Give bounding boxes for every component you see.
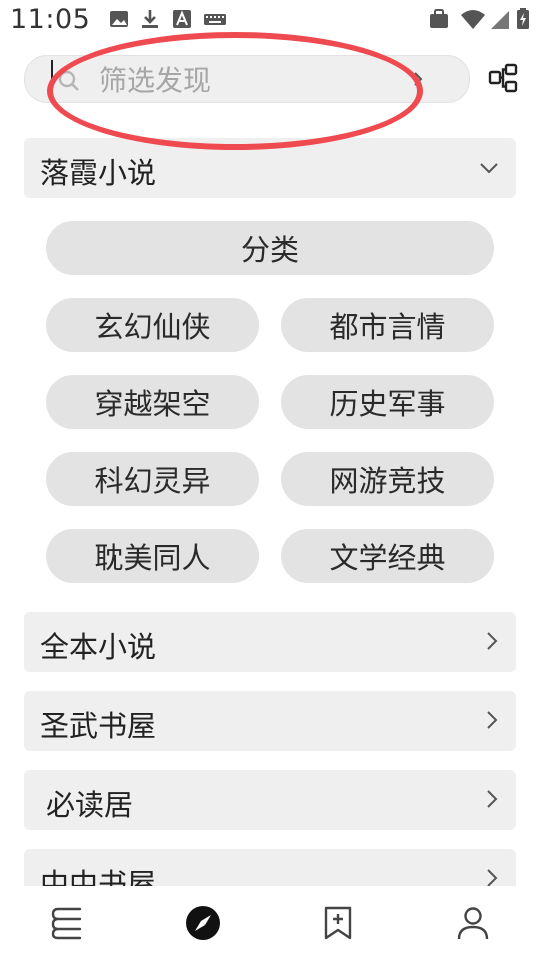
chevron-right-icon <box>487 790 498 808</box>
section-label: 必读居 <box>46 788 134 822</box>
bookshelf-icon <box>51 907 81 940</box>
section-zhongzhong[interactable]: 中中书屋 <box>24 849 516 886</box>
chevron-down-icon <box>480 163 498 174</box>
chevron-right-icon <box>487 711 498 729</box>
category-chip[interactable]: 网游竞技 <box>281 452 494 506</box>
nav-profile[interactable] <box>405 886 540 960</box>
category-chip[interactable]: 玄幻仙侠 <box>46 298 259 352</box>
bookmark-add-icon <box>324 906 351 940</box>
section-quanben[interactable]: 全本小说 <box>24 612 516 672</box>
nav-discover[interactable] <box>135 886 270 960</box>
bottom-nav <box>0 886 540 960</box>
category-header[interactable]: 分类 <box>46 221 494 275</box>
section-shengwu[interactable]: 圣武书屋 <box>24 691 516 751</box>
discover-list[interactable]: 落霞小说 分类 玄幻仙侠 都市言情 穿越架空 历史军事 科幻灵异 网游竞技 耽美… <box>0 0 540 886</box>
category-chip[interactable]: 穿越架空 <box>46 375 259 429</box>
nav-bookmark[interactable] <box>270 886 405 960</box>
section-label: 圣武书屋 <box>40 709 157 743</box>
section-label: 落霞小说 <box>40 156 157 190</box>
category-chip[interactable]: 历史军事 <box>281 375 494 429</box>
section-label: 全本小说 <box>40 630 157 664</box>
chevron-right-icon <box>487 869 498 886</box>
category-chip[interactable]: 科幻灵异 <box>46 452 259 506</box>
section-biduju[interactable]: 必读居 <box>24 770 516 830</box>
chevron-right-icon <box>487 632 498 650</box>
profile-icon <box>457 907 488 940</box>
discover-icon <box>185 906 220 940</box>
section-luoxia[interactable]: 落霞小说 <box>24 138 516 198</box>
category-chip[interactable]: 都市言情 <box>281 298 494 352</box>
section-label: 中中书屋 <box>40 867 157 886</box>
nav-bookshelf[interactable] <box>0 886 135 960</box>
category-chip[interactable]: 耽美同人 <box>46 529 259 583</box>
category-chip[interactable]: 文学经典 <box>281 529 494 583</box>
